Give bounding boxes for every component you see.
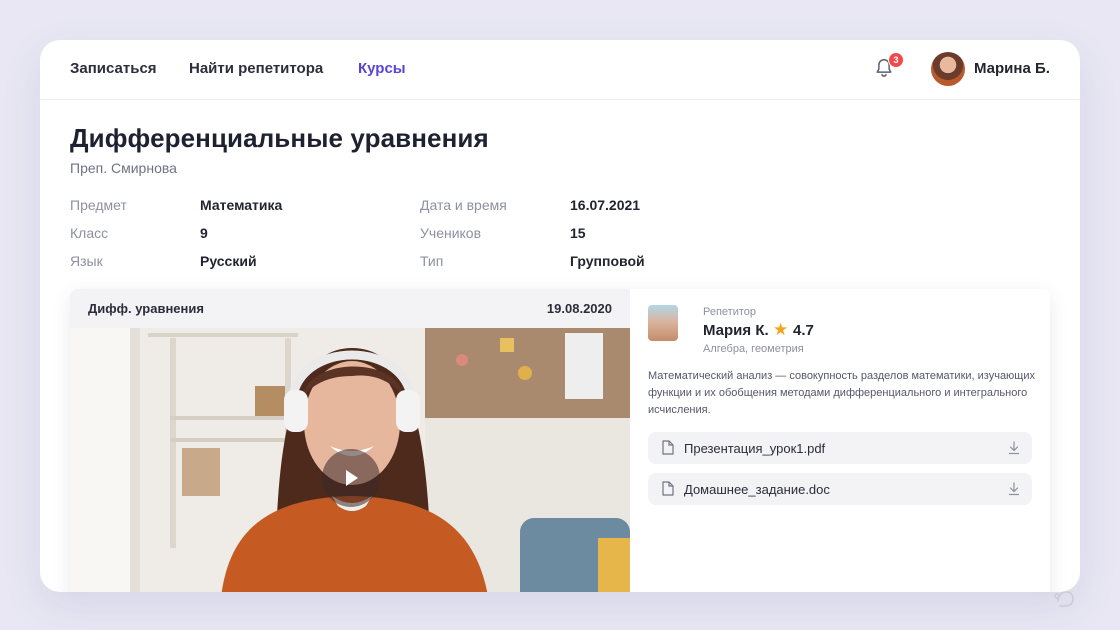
notification-badge: 3 <box>888 52 904 68</box>
lesson-card: Дифф. уравнения 19.08.2020 Репетитор Мар… <box>70 289 1050 592</box>
meta-label-language: Язык <box>70 253 103 269</box>
star-icon: ★ <box>773 320 789 339</box>
file-icon <box>662 440 674 455</box>
download-icon[interactable] <box>1008 441 1020 455</box>
meta-label-students: Учеников <box>420 225 482 241</box>
tutor-rating: 4.7 <box>793 322 814 339</box>
meta-label-type: Тип <box>420 253 444 269</box>
user-avatar[interactable] <box>931 52 965 86</box>
video-title: Дифф. уравнения <box>88 301 204 316</box>
video-player[interactable] <box>70 328 630 592</box>
file-name: Домашнее_задание.doc <box>684 482 830 497</box>
file-icon <box>662 481 674 496</box>
nav-item-find-tutor[interactable]: Найти репетитора <box>189 60 323 77</box>
course-title: Дифференциальные уравнения <box>70 123 489 153</box>
meta-value-students: 15 <box>570 225 586 241</box>
video-header: Дифф. уравнения 19.08.2020 <box>70 289 630 328</box>
user-name[interactable]: Марина Б. <box>974 60 1050 77</box>
file-name: Презентация_урок1.pdf <box>684 441 826 456</box>
file-item-presentation[interactable]: Презентация_урок1.pdf <box>648 432 1032 464</box>
tutor-role: Репетитор <box>703 306 757 318</box>
course-teacher: Преп. Смирнова <box>70 160 177 176</box>
meta-value-grade: 9 <box>200 225 208 241</box>
tutor-subjects: Алгебра, геометрия <box>703 343 804 355</box>
video-date: 19.08.2020 <box>546 301 612 316</box>
tutor-panel: Репетитор Мария К. ★ 4.7 Алгебра, геомет… <box>630 289 1050 592</box>
meta-label-grade: Класс <box>70 225 109 241</box>
meta-value-datetime: 16.07.2021 <box>570 197 641 213</box>
meta-value-subject: Математика <box>200 197 283 213</box>
meta-label-datetime: Дата и время <box>420 197 507 213</box>
course-description: Математический анализ — совокупность раз… <box>648 370 1036 416</box>
tutor-photo <box>648 305 678 341</box>
file-item-homework[interactable]: Домашнее_задание.doc <box>648 473 1032 505</box>
top-navigation: Записаться Найти репетитора Курсы 3 Мари… <box>40 40 1080 100</box>
tutor-name[interactable]: Мария К. <box>703 322 769 339</box>
app-window: Записаться Найти репетитора Курсы 3 Мари… <box>40 40 1080 592</box>
play-button[interactable] <box>322 449 380 507</box>
meta-value-type: Групповой <box>570 253 645 269</box>
logo-icon <box>1054 591 1074 607</box>
meta-value-language: Русский <box>200 253 257 269</box>
notifications-button[interactable]: 3 <box>873 52 904 81</box>
nav-item-courses[interactable]: Курсы <box>358 60 406 77</box>
nav-item-enroll[interactable]: Записаться <box>70 60 157 77</box>
download-icon[interactable] <box>1008 482 1020 496</box>
meta-label-subject: Предмет <box>70 197 127 213</box>
